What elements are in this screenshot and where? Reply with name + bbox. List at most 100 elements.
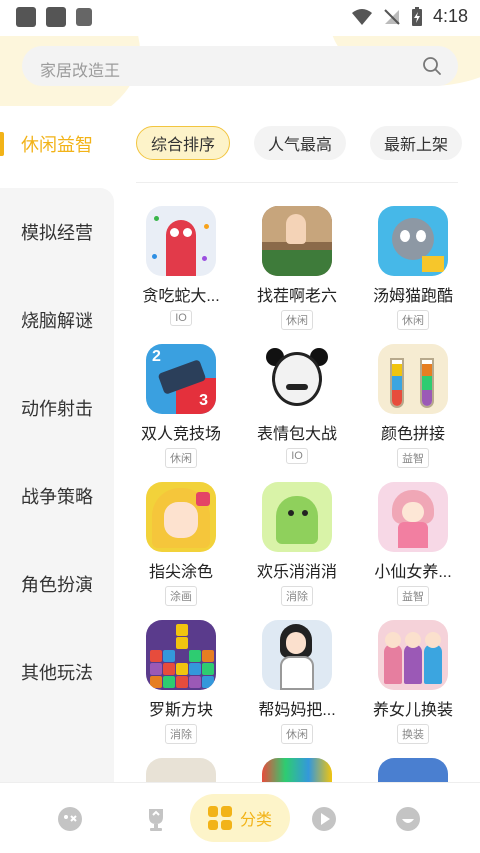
trophy-icon <box>149 809 163 831</box>
game-name: 双人竞技场 <box>140 426 221 443</box>
image-notification-icon <box>16 7 36 27</box>
clock: 4:18 <box>432 6 468 26</box>
category-label: 烧脑解谜 <box>21 311 93 331</box>
game-card-partial[interactable] <box>126 758 236 782</box>
game-card[interactable]: 找茬啊老六 休闲 <box>242 206 352 330</box>
category-label: 角色扮演 <box>21 575 93 595</box>
color-sort-icon <box>378 344 448 414</box>
category-grid-icon <box>207 806 232 830</box>
dress-up-girls-icon <box>378 620 448 690</box>
status-bar: 4:18 <box>0 0 480 36</box>
profile-icon <box>396 807 420 831</box>
game-tag: 休闲 <box>281 724 313 744</box>
tetris-blocks-icon <box>146 620 216 690</box>
category-label: 战争策略 <box>21 487 93 507</box>
game-card[interactable]: 罗斯方块 消除 <box>126 620 236 744</box>
duel-arena-icon: 23 <box>146 344 216 414</box>
sort-tab[interactable]: 人气最高 <box>254 126 347 160</box>
game-card[interactable]: 指尖涂色 涂画 <box>126 482 236 606</box>
dinosaur-icon <box>262 482 332 552</box>
nav-label: 分类 <box>239 812 272 829</box>
game-tag: 休闲 <box>281 310 313 330</box>
game-name: 养女儿换装 <box>372 702 453 719</box>
game-name: 汤姆猫跑酷 <box>372 288 453 305</box>
category-label: 其他玩法 <box>21 663 93 683</box>
header: 家居改造王 <box>0 36 480 106</box>
game-tag: 益智 <box>397 448 429 468</box>
anime-girl-coloring-icon <box>146 482 216 552</box>
category-label: 动作射击 <box>21 399 93 419</box>
font-notification-icon <box>76 8 92 26</box>
divider <box>136 182 458 183</box>
category-item-active[interactable]: 休闲益智 <box>0 114 114 174</box>
spot-difference-game-icon <box>262 206 332 276</box>
app-notification-icon <box>46 7 66 27</box>
game-card[interactable]: 养女儿换装 换装 <box>358 620 468 744</box>
search-bar[interactable]: 家居改造王 <box>22 46 458 86</box>
game-tag: 消除 <box>165 724 197 744</box>
game-name: 小仙女养... <box>374 564 452 581</box>
active-indicator <box>0 132 4 156</box>
game-name: 罗斯方块 <box>148 702 213 719</box>
mom-character-icon <box>262 620 332 690</box>
game-list-panel: 综合排序 人气最高 最新上架 贪吃蛇大... IO 找茬啊老六 休闲 汤姆猫跑酷… <box>114 106 480 782</box>
category-item[interactable]: 模拟经营 <box>0 202 114 262</box>
game-tag: 休闲 <box>397 310 429 330</box>
category-label: 模拟经营 <box>21 223 93 243</box>
game-card[interactable]: 贪吃蛇大... IO <box>126 206 236 326</box>
game-card[interactable]: 表情包大战 IO <box>242 344 352 464</box>
game-name: 表情包大战 <box>256 426 337 443</box>
nav-profile[interactable] <box>386 797 430 841</box>
game-name: 贪吃蛇大... <box>142 288 220 305</box>
nav-ranking[interactable] <box>134 797 178 841</box>
fairy-girl-icon <box>378 482 448 552</box>
search-icon[interactable] <box>422 56 442 76</box>
game-tag: 益智 <box>397 586 429 606</box>
category-item[interactable]: 战争策略 <box>0 466 114 526</box>
category-label: 休闲益智 <box>21 135 93 155</box>
search-placeholder: 家居改造王 <box>40 63 121 80</box>
talking-tom-icon <box>378 206 448 276</box>
game-icon-partial <box>378 758 448 782</box>
bottom-navigation: 分类 <box>0 782 480 853</box>
game-card[interactable]: 颜色拼接 益智 <box>358 344 468 468</box>
game-name: 找茬啊老六 <box>256 288 337 305</box>
game-name: 帮妈妈把... <box>258 702 336 719</box>
battery-charging-icon <box>411 6 422 26</box>
category-item[interactable]: 动作射击 <box>0 378 114 438</box>
game-tag: 换装 <box>397 724 429 744</box>
panda-meme-icon <box>262 344 332 414</box>
game-name: 颜色拼接 <box>380 426 445 443</box>
category-item[interactable]: 其他玩法 <box>0 642 114 702</box>
game-icon-partial <box>146 758 216 782</box>
play-icon <box>312 807 336 831</box>
game-controller-icon <box>58 807 82 831</box>
game-card-partial[interactable] <box>358 758 468 782</box>
game-tag: 涂画 <box>165 586 197 606</box>
sort-tab-active[interactable]: 综合排序 <box>136 126 231 160</box>
game-card[interactable]: 汤姆猫跑酷 休闲 <box>358 206 468 330</box>
category-item[interactable]: 角色扮演 <box>0 554 114 614</box>
game-card-partial[interactable] <box>242 758 352 782</box>
nav-video[interactable] <box>302 797 346 841</box>
nav-games[interactable] <box>48 797 92 841</box>
game-name: 欢乐消消消 <box>256 564 337 581</box>
game-tag: 休闲 <box>165 448 197 468</box>
nav-category-active[interactable]: 分类 <box>190 794 290 842</box>
snake-game-icon <box>146 206 216 276</box>
no-signal-icon <box>384 8 400 25</box>
wifi-icon <box>351 8 372 25</box>
game-card[interactable]: 小仙女养... 益智 <box>358 482 468 606</box>
category-item[interactable]: 烧脑解谜 <box>0 290 114 350</box>
game-tag: 消除 <box>281 586 313 606</box>
game-name: 指尖涂色 <box>148 564 213 581</box>
game-icon-partial <box>262 758 332 782</box>
game-tag: IO <box>286 448 308 464</box>
sort-tab[interactable]: 最新上架 <box>370 126 463 160</box>
sort-tabs: 综合排序 人气最高 最新上架 <box>136 126 463 160</box>
category-sidebar: 休闲益智 模拟经营 烧脑解谜 动作射击 战争策略 角色扮演 其他玩法 <box>0 106 114 782</box>
game-card[interactable]: 欢乐消消消 消除 <box>242 482 352 606</box>
game-card[interactable]: 23 双人竞技场 休闲 <box>126 344 236 468</box>
game-card[interactable]: 帮妈妈把... 休闲 <box>242 620 352 744</box>
game-tag: IO <box>170 310 192 326</box>
